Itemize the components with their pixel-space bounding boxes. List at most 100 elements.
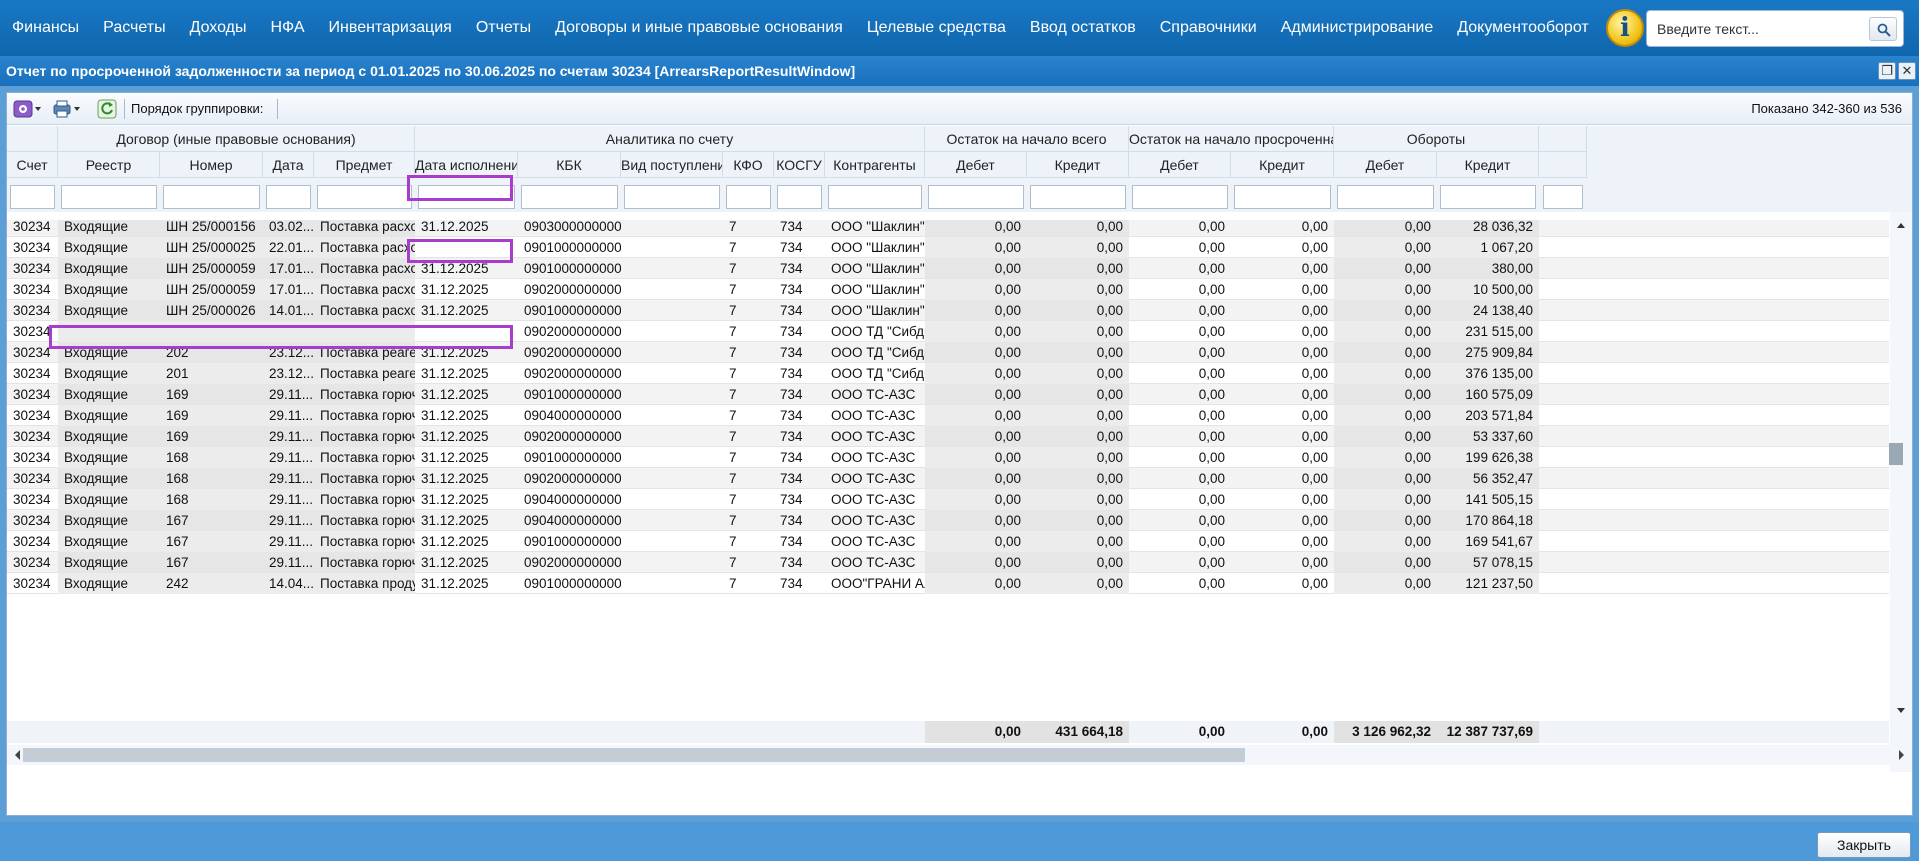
column-header[interactable]: Дебет [1334, 152, 1437, 178]
nav-item[interactable]: НФА [259, 19, 317, 37]
column-filter-input[interactable] [163, 185, 260, 209]
close-window-icon[interactable]: ✕ [1898, 62, 1916, 80]
column-filter-input[interactable] [10, 185, 55, 209]
column-filter-input[interactable] [777, 185, 822, 209]
scroll-down-icon[interactable] [1890, 704, 1912, 718]
records-shown-text: Показано 342-360 из 536 [1751, 101, 1902, 116]
nav-item[interactable]: Отчеты [464, 19, 543, 37]
restore-window-icon[interactable]: ❐ [1878, 62, 1896, 80]
column-filter-input[interactable] [1132, 185, 1228, 209]
table-cell: 0,00 [1198, 366, 1225, 381]
column-filter-input[interactable] [317, 185, 412, 209]
column-filter-input[interactable] [1030, 185, 1126, 209]
table-cell: 0,00 [1301, 429, 1328, 444]
column-group-header [7, 126, 58, 152]
table-cell: 10 500,00 [1437, 279, 1539, 300]
horizontal-scrollbar[interactable] [7, 745, 1912, 765]
table-row[interactable]: 30234 Входящие16829.11....Поставка горюч.… [7, 447, 1889, 468]
column-filter-input[interactable] [266, 185, 311, 209]
settings-menu-button[interactable] [13, 98, 43, 120]
scroll-right-icon[interactable] [1894, 745, 1908, 765]
table-cell: 0,00 [1027, 468, 1129, 489]
table-row[interactable]: 30234 Входящие16829.11....Поставка горюч.… [7, 489, 1889, 510]
table-cell: 7 [729, 303, 737, 318]
nav-item[interactable]: Инвентаризация [317, 19, 464, 37]
print-menu-button[interactable] [52, 98, 82, 120]
nav-item[interactable]: Администрирование [1269, 19, 1446, 37]
column-filter-input[interactable] [1234, 185, 1331, 209]
table-row[interactable]: 30234 Входящие ШН 25/000026 14.01.... Постав… [7, 300, 1889, 321]
table-row[interactable]: 30234 Входящие16929.11....Поставка горюч.… [7, 405, 1889, 426]
table-cell: ШН 25/000025 [160, 237, 263, 258]
table-row[interactable]: 30234 Входящие ШН 25/000025 22.01.... Постав… [7, 237, 1889, 258]
nav-item[interactable]: Справочники [1148, 19, 1269, 37]
column-header[interactable]: Контрагенты [825, 152, 925, 178]
column-filter-input[interactable] [1440, 185, 1536, 209]
table-cell: Входящие [58, 510, 160, 531]
nav-item[interactable]: Доходы [178, 19, 259, 37]
table-row[interactable]: 30234 Входящие ШН 25/000059 17.01.... Постав… [7, 258, 1889, 279]
column-filter-input[interactable] [61, 185, 157, 209]
nav-item[interactable]: Расчеты [91, 19, 177, 37]
column-header[interactable]: Номер [160, 152, 263, 178]
scroll-up-icon[interactable] [1890, 218, 1912, 232]
column-header[interactable]: КБК [518, 152, 621, 178]
table-cell: 199 626,38 [1437, 447, 1539, 468]
table-row[interactable]: 30234 Входящие20123.12....Поставка реаге.… [7, 363, 1889, 384]
column-header[interactable]: Дата [263, 152, 314, 178]
table-cell: 0902000000000... [524, 324, 621, 339]
column-filter-input[interactable] [1543, 185, 1583, 209]
column-filter-input[interactable] [928, 185, 1024, 209]
table-cell [621, 321, 723, 342]
column-filter-input[interactable] [828, 185, 922, 209]
search-input[interactable] [1655, 18, 1855, 40]
table-cell: 121 237,50 [1437, 573, 1539, 594]
nav-item[interactable]: Договоры и иные правовые основания [543, 19, 855, 37]
column-header[interactable]: КОСГУ [774, 152, 825, 178]
table-row[interactable]: 30234 Входящие16729.11....Поставка горюч.… [7, 531, 1889, 552]
table-row[interactable]: 30234 Входящие24214.04....Поставка проду.… [7, 573, 1889, 594]
table-row[interactable]: 30234 Входящие ШН 25/000059 17.01.... Постав… [7, 279, 1889, 300]
table-row[interactable]: 30234 Входящие16729.11....Поставка горюч.… [7, 552, 1889, 573]
column-header[interactable]: Предмет [314, 152, 415, 178]
table-cell: 17.01.... [263, 279, 314, 300]
table-row[interactable]: 30234 Входящие16929.11....Поставка горюч.… [7, 384, 1889, 405]
nav-item[interactable]: Целевые средства [855, 19, 1018, 37]
table-cell: 0,00 [925, 384, 1027, 405]
nav-item[interactable]: Документооборот [1445, 19, 1600, 37]
table-cell: 7 [729, 576, 737, 591]
nav-item[interactable]: Ввод остатков [1018, 19, 1148, 37]
table-cell: 201 [160, 363, 263, 384]
column-header[interactable]: Дебет [1129, 152, 1231, 178]
total-value: 12 387 737,69 [1437, 721, 1539, 743]
column-header[interactable]: КФО [723, 152, 774, 178]
vertical-scroll-thumb[interactable] [1889, 443, 1903, 465]
close-button[interactable]: Закрыть [1817, 832, 1911, 858]
vertical-scrollbar[interactable] [1890, 212, 1912, 772]
info-icon[interactable]: i [1606, 9, 1644, 47]
table-row[interactable]: 30234 Входящие ШН 25/000156 03.02.... Постав… [7, 220, 1889, 237]
table-row[interactable]: 30234 Входящие16929.11....Поставка горюч.… [7, 426, 1889, 447]
nav-item[interactable]: Финансы [0, 19, 91, 37]
column-header[interactable]: Реестр [58, 152, 160, 178]
table-cell: 0,00 [1198, 261, 1225, 276]
column-filter-input[interactable] [521, 185, 618, 209]
table-row[interactable]: 30234 Входящие16729.11....Поставка горюч.… [7, 510, 1889, 531]
table-cell: 0,00 [1027, 531, 1129, 552]
column-header[interactable]: Кредит [1027, 152, 1129, 178]
table-row[interactable]: 30234 Входящие16829.11....Поставка горюч.… [7, 468, 1889, 489]
column-header[interactable]: Кредит [1231, 152, 1334, 178]
column-header[interactable]: Дебет [925, 152, 1027, 178]
column-filter-input[interactable] [726, 185, 771, 209]
column-header[interactable]: Вид поступлени... [621, 152, 723, 178]
column-filter-input[interactable] [624, 185, 720, 209]
column-filter-input[interactable] [1337, 185, 1434, 209]
table-cell: 0,00 [1301, 576, 1328, 591]
grouping-order-label: Порядок группировки: [131, 101, 264, 116]
table-cell: 734 [780, 261, 803, 276]
horizontal-scroll-thumb[interactable] [23, 748, 1245, 762]
refresh-button[interactable] [97, 98, 117, 120]
search-button[interactable] [1869, 17, 1897, 41]
column-header[interactable]: Кредит [1437, 152, 1539, 178]
column-header[interactable]: Счет [7, 152, 58, 178]
